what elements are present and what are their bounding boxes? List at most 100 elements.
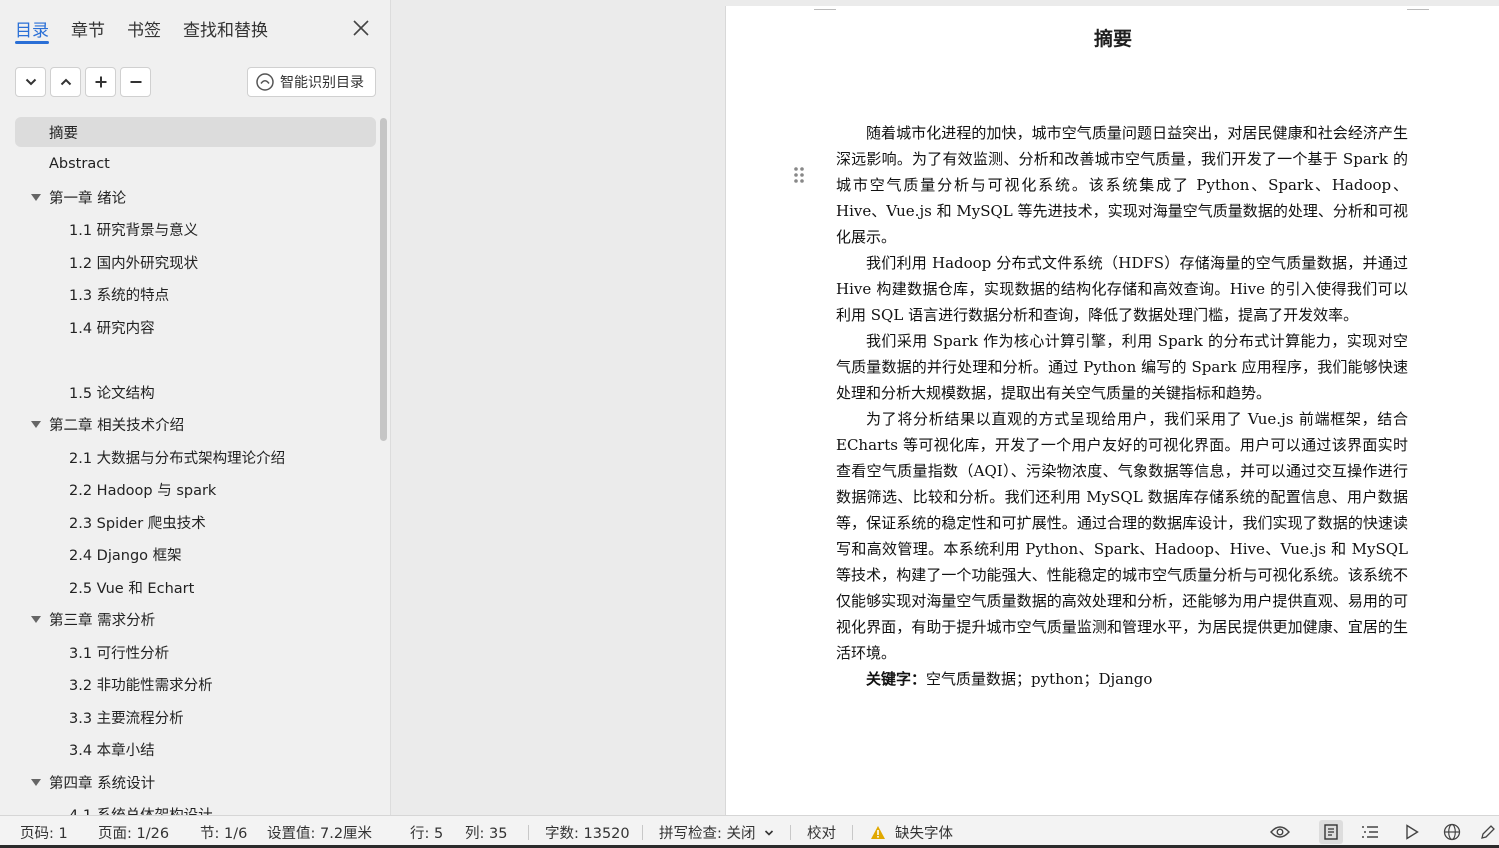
toc-item-label: 1.1 研究背景与意义	[69, 222, 199, 239]
play-icon[interactable]	[1401, 821, 1423, 843]
toc-item-chapter-4[interactable]: 第四章 系统设计	[49, 767, 155, 797]
toc-item-2-5[interactable]: 2.5 Vue 和 Echart	[69, 572, 194, 602]
toc-item-3-4[interactable]: 3.4 本章小结	[69, 734, 155, 764]
add-heading-button[interactable]	[85, 67, 116, 97]
body-paragraph: 为了将分析结果以直观的方式呈现给用户，我们采用了 Vue.js 前端框架，结合 …	[836, 410, 1408, 662]
status-row[interactable]: 行: 5	[410, 822, 443, 843]
status-divider	[528, 825, 529, 840]
smart-recognize-icon	[256, 73, 274, 91]
toc-item-3-1[interactable]: 3.1 可行性分析	[69, 637, 169, 667]
toc-item-1-4[interactable]: 1.4 研究内容	[69, 312, 155, 342]
collapse-up-button[interactable]	[50, 67, 81, 97]
toc-item-label: 1.5 论文结构	[69, 385, 155, 402]
toc-item-chapter-3[interactable]: 第三章 需求分析	[49, 604, 155, 634]
toc-item-abstract-cn[interactable]: 摘要	[15, 117, 376, 147]
warning-icon	[869, 821, 887, 843]
close-pane-button[interactable]	[349, 16, 373, 40]
toc-item-label: 3.2 非功能性需求分析	[69, 677, 213, 694]
tab-toc[interactable]: 目录	[15, 16, 49, 41]
status-page-count[interactable]: 页面: 1/26	[98, 822, 169, 843]
toc-item-label: 第二章 相关技术介绍	[49, 417, 185, 434]
status-setting[interactable]: 设置值: 7.2厘米	[267, 822, 372, 843]
chevron-down-icon[interactable]	[762, 822, 776, 844]
document-heading: 摘要	[1093, 28, 1132, 50]
toc-item-1-3[interactable]: 1.3 系统的特点	[69, 279, 169, 309]
toc-item-label: 2.5 Vue 和 Echart	[69, 580, 195, 597]
toc-item-label: 1.3 系统的特点	[69, 287, 170, 304]
nav-tab-bar: 目录 章节 书签 查找和替换	[0, 0, 391, 56]
tab-bookmarks[interactable]: 书签	[127, 16, 161, 41]
spell-check-toggle[interactable]: 拼写检查: 关闭	[659, 822, 756, 843]
pen-icon[interactable]	[1479, 821, 1497, 843]
toc-list: 摘要 Abstract 第一章 绪论 1.1 研究背景与意义 1.2 国内外研究…	[0, 115, 378, 815]
toc-item-label: 2.4 Django 框架	[69, 547, 182, 564]
navigation-pane: 目录 章节 书签 查找和替换 智能识别目录 摘要 Abstract 第一章 绪论…	[0, 0, 391, 815]
toc-item-label: 2.3 Spider 爬虫技术	[69, 515, 206, 532]
status-word-count[interactable]: 字数: 13520	[545, 822, 630, 843]
toc-item-chapter-2[interactable]: 第二章 相关技术介绍	[49, 409, 184, 439]
missing-font-button[interactable]: 缺失字体	[895, 822, 953, 843]
status-section[interactable]: 节: 1/6	[200, 822, 247, 843]
expand-caret-icon[interactable]	[31, 421, 41, 428]
toc-item-label: 2.1 大数据与分布式架构理论介绍	[69, 450, 286, 467]
tab-find-replace[interactable]: 查找和替换	[183, 16, 268, 41]
chevron-down-icon	[25, 78, 36, 86]
toc-item-label: 1.4 研究内容	[69, 320, 155, 337]
toc-item-label: 1.2 国内外研究现状	[69, 255, 199, 272]
toc-item-2-2[interactable]: 2.2 Hadoop 与 spark	[69, 474, 216, 504]
body-paragraph: 我们利用 Hadoop 分布式文件系统（HDFS）存储海量的空气质量数据，并通过…	[836, 254, 1408, 324]
outline-view-icon[interactable]	[1359, 821, 1381, 843]
close-icon	[353, 20, 369, 36]
toc-item-2-4[interactable]: 2.4 Django 框架	[69, 539, 182, 569]
toc-item-label: 第三章 需求分析	[49, 612, 156, 629]
toc-item-chapter-1[interactable]: 第一章 绪论	[49, 182, 126, 212]
toc-item-1-5[interactable]: 1.5 论文结构	[69, 377, 155, 407]
drag-handle-icon[interactable]	[793, 166, 805, 188]
toc-item-label: Abstract	[49, 156, 110, 172]
document-canvas: 摘要 随着城市化进程的加快，城市空气质量问题日益突出，对居民健康和社会经济产生深…	[392, 0, 1499, 815]
status-bar: 页码: 1 页面: 1/26 节: 1/6 设置值: 7.2厘米 行: 5 列:…	[0, 815, 1499, 848]
toc-item-3-3[interactable]: 3.3 主要流程分析	[69, 702, 184, 732]
globe-icon[interactable]	[1441, 821, 1463, 843]
proofread-button[interactable]: 校对	[807, 822, 836, 843]
page-corner-mark	[814, 9, 836, 10]
page-corner-mark	[1407, 9, 1429, 10]
collapse-down-button[interactable]	[15, 67, 46, 97]
active-tab-indicator	[15, 41, 49, 44]
document-body[interactable]: 随着城市化进程的加快，城市空气质量问题日益突出，对居民健康和社会经济产生深远影响…	[836, 120, 1408, 666]
toc-scrollbar-thumb[interactable]	[380, 118, 387, 441]
remove-heading-button[interactable]	[120, 67, 151, 97]
keywords-line: 关键字：空气质量数据；python；Django	[866, 668, 1152, 689]
status-divider	[852, 825, 853, 840]
toc-item-2-1[interactable]: 2.1 大数据与分布式架构理论介绍	[69, 442, 285, 472]
plus-icon	[95, 76, 106, 88]
expand-caret-icon[interactable]	[31, 779, 41, 786]
toc-item-label: 4.1 系统总体架构设计	[69, 804, 213, 816]
toc-item-label: 2.2 Hadoop 与 spark	[69, 482, 217, 499]
toc-item-label: 3.1 可行性分析	[69, 645, 170, 662]
page-view-icon[interactable]	[1319, 820, 1343, 844]
toc-item-abstract-en[interactable]: Abstract	[49, 149, 110, 179]
smart-toc-label: 智能识别目录	[280, 75, 364, 91]
expand-caret-icon[interactable]	[31, 616, 41, 623]
keywords-label: 关键字：	[866, 670, 927, 688]
body-paragraph: 随着城市化进程的加快，城市空气质量问题日益突出，对居民健康和社会经济产生深远影响…	[836, 124, 1408, 246]
toc-item-3-2[interactable]: 3.2 非功能性需求分析	[69, 669, 213, 699]
toc-item-label: 3.3 主要流程分析	[69, 710, 184, 727]
chevron-up-icon	[60, 78, 71, 86]
toc-item-label: 摘要	[49, 125, 78, 142]
tab-chapters[interactable]: 章节	[71, 16, 105, 41]
eye-icon[interactable]	[1269, 821, 1291, 843]
status-column[interactable]: 列: 35	[465, 822, 507, 843]
document-page[interactable]: 摘要 随着城市化进程的加快，城市空气质量问题日益突出，对居民健康和社会经济产生深…	[725, 6, 1499, 815]
toc-item-2-3[interactable]: 2.3 Spider 爬虫技术	[69, 507, 206, 537]
smart-toc-button[interactable]: 智能识别目录	[247, 67, 376, 97]
toc-item-label: 3.4 本章小结	[69, 742, 155, 759]
toc-item-1-1[interactable]: 1.1 研究背景与意义	[69, 214, 198, 244]
toc-item-4-1[interactable]: 4.1 系统总体架构设计	[69, 799, 213, 816]
toc-item-label: 第一章 绪论	[49, 190, 127, 207]
expand-caret-icon[interactable]	[31, 194, 41, 201]
toc-item-1-2[interactable]: 1.2 国内外研究现状	[69, 247, 198, 277]
body-paragraph: 我们采用 Spark 作为核心计算引擎，利用 Spark 的分布式计算能力，实现…	[836, 332, 1408, 402]
status-page-number[interactable]: 页码: 1	[20, 822, 68, 843]
